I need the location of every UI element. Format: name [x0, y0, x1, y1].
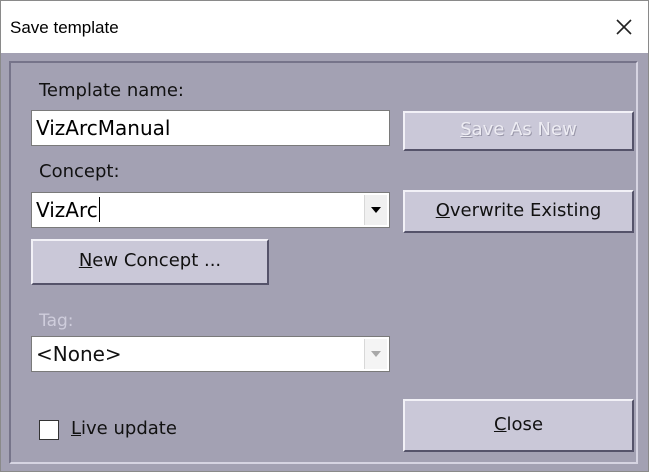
new-concept-mnemonic: N: [78, 250, 93, 271]
close-label: lose: [506, 414, 544, 435]
concept-select[interactable]: VizArc: [31, 192, 390, 228]
concept-label: Concept:: [39, 161, 120, 182]
tag-select[interactable]: <None>: [31, 336, 390, 372]
concept-value: VizArc: [36, 198, 98, 222]
live-update-mnemonic: L: [71, 418, 82, 439]
live-update-checkbox[interactable]: [39, 420, 59, 440]
close-icon: [616, 19, 632, 35]
overwrite-existing-mnemonic: O: [435, 200, 450, 221]
chevron-down-icon: [371, 351, 381, 357]
save-as-new-label: ave As New: [471, 119, 577, 140]
live-update-label[interactable]: Live update: [71, 418, 177, 439]
tag-dropdown-button[interactable]: [364, 339, 387, 369]
save-as-new-mnemonic: S: [460, 119, 472, 140]
new-concept-button[interactable]: New Concept ...: [31, 239, 269, 285]
new-concept-label: ew Concept ...: [92, 250, 222, 271]
text-cursor: [98, 197, 100, 222]
save-template-dialog: Save template Template name: VizArcManua…: [0, 0, 649, 472]
template-name-label: Template name:: [39, 80, 184, 101]
template-name-input[interactable]: VizArcManual: [31, 110, 390, 146]
chevron-down-icon: [371, 207, 381, 213]
tag-value: <None>: [36, 342, 122, 366]
overwrite-existing-label: verwrite Existing: [449, 200, 602, 221]
save-as-new-button[interactable]: Save As New: [403, 111, 634, 151]
overwrite-existing-button[interactable]: Overwrite Existing: [403, 190, 634, 233]
window-title: Save template: [10, 18, 119, 37]
live-update-text: ive update: [81, 418, 177, 439]
close-mnemonic: C: [493, 414, 507, 435]
tag-label: Tag:: [39, 311, 74, 331]
close-window-button[interactable]: [610, 13, 638, 41]
close-button[interactable]: Close: [403, 399, 634, 452]
concept-dropdown-button[interactable]: [364, 195, 387, 225]
template-name-value: VizArcManual: [36, 116, 171, 140]
title-bar: Save template: [1, 1, 648, 53]
dialog-body: Template name: VizArcManual Save As New …: [1, 53, 648, 471]
